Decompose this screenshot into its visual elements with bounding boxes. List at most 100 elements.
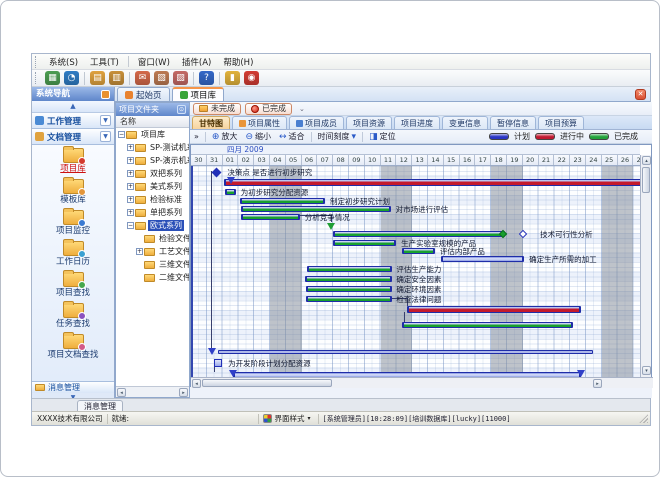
window-go-icon[interactable]: ▨ bbox=[173, 71, 188, 85]
sidebar-switch-icon[interactable] bbox=[101, 90, 110, 99]
tree-node-SP-测试机系[interactable]: +SP-测试机系 bbox=[116, 141, 189, 154]
scroll-left-icon[interactable]: ◂ bbox=[192, 379, 201, 388]
tree-column-header[interactable]: 名称 bbox=[116, 116, 189, 128]
tree-node-SP-演示机系[interactable]: +SP-演示机系 bbox=[116, 154, 189, 167]
tree-node-单把系列[interactable]: +单把系列 bbox=[116, 206, 189, 219]
tab-项目资源[interactable]: 项目资源 bbox=[346, 116, 392, 129]
filter-more-chevron[interactable]: ⌄ bbox=[296, 105, 308, 113]
task-bar-done[interactable] bbox=[241, 206, 391, 212]
sidebar-collapse-button[interactable]: ▲ bbox=[32, 101, 114, 113]
doc-tab-项目库[interactable]: 项目库 bbox=[172, 87, 225, 101]
computer-icon[interactable]: ▦ bbox=[45, 71, 60, 85]
task-bar-done[interactable] bbox=[402, 322, 573, 328]
window-config-icon[interactable]: ▧ bbox=[154, 71, 169, 85]
menu-item-2[interactable]: 窗口(W) bbox=[132, 54, 176, 70]
tree-node-二维文件[interactable]: 二维文件 bbox=[116, 271, 189, 284]
scroll-up-icon[interactable]: ▴ bbox=[642, 156, 651, 165]
sidebar-item-项目文档查找[interactable]: 项目文档查找 bbox=[32, 333, 114, 363]
interface-style-button[interactable]: 界面样式 ▾ bbox=[263, 413, 314, 424]
scroll-left-icon[interactable]: ◂ bbox=[117, 388, 126, 397]
menu-item-4[interactable]: 帮助(H) bbox=[217, 54, 259, 70]
filter-button-未完成[interactable]: 未完成 bbox=[193, 103, 241, 115]
close-icon[interactable]: ✕ bbox=[635, 89, 646, 100]
sidebar-item-任务查找[interactable]: 任务查找 bbox=[32, 302, 114, 332]
collapse-icon[interactable]: − bbox=[118, 131, 125, 138]
menu-item-1[interactable]: 工具(T) bbox=[84, 54, 125, 70]
toolbar-gripper[interactable] bbox=[35, 72, 40, 85]
gantt-tool-放大[interactable]: ⊕放大 bbox=[208, 131, 242, 143]
gantt-tool-时间刻度[interactable]: 时间刻度▾ bbox=[314, 131, 361, 143]
menu-item-0[interactable]: 系统(S) bbox=[43, 54, 84, 70]
chevron-icon[interactable]: ▼ bbox=[100, 115, 111, 126]
sidebar-group-文档管理[interactable]: 文档管理▼ bbox=[32, 129, 114, 145]
task-bar-done[interactable] bbox=[306, 286, 391, 292]
gantt-grid[interactable]: 决策点 是否进行初步研究为初步研究分配资源制定初步研究计划对市场进行评估分析竞争… bbox=[191, 166, 640, 377]
sidebar-item-项目查找[interactable]: 项目查找 bbox=[32, 271, 114, 301]
expand-icon[interactable]: + bbox=[127, 170, 134, 177]
summary-task-icon[interactable] bbox=[214, 359, 222, 367]
sidebar-item-项目库[interactable]: 项目库 bbox=[32, 147, 114, 177]
milestone-diamond[interactable] bbox=[212, 167, 222, 177]
help-icon[interactable]: ? bbox=[199, 71, 214, 85]
scroll-down-icon[interactable]: ▾ bbox=[642, 366, 651, 375]
task-bar-summary[interactable] bbox=[218, 350, 593, 354]
tab-甘特图[interactable]: 甘特图 bbox=[192, 116, 230, 129]
task-bar-done[interactable] bbox=[402, 248, 435, 254]
gantt-toolbar-more[interactable]: » bbox=[190, 131, 203, 143]
gantt-horizontal-scrollbar[interactable]: ◂ ▸ bbox=[191, 377, 653, 388]
tab-变更信息[interactable]: 变更信息 bbox=[442, 116, 488, 129]
expand-icon[interactable]: + bbox=[127, 157, 134, 164]
globe-icon[interactable]: ◔ bbox=[64, 71, 79, 85]
tree-node-双把系列[interactable]: +双把系列 bbox=[116, 167, 189, 180]
tree-node-项目库[interactable]: −项目库 bbox=[116, 128, 189, 141]
resize-grip[interactable] bbox=[639, 414, 648, 423]
expand-icon[interactable]: + bbox=[127, 144, 134, 151]
collapse-icon[interactable]: − bbox=[127, 222, 134, 229]
task-bar-done[interactable] bbox=[333, 231, 505, 237]
task-bar-done[interactable] bbox=[333, 240, 396, 246]
gantt-tool-缩小[interactable]: ⊖缩小 bbox=[241, 131, 275, 143]
task-bar-done[interactable] bbox=[306, 296, 391, 302]
pin-icon[interactable]: ⊙ bbox=[177, 105, 186, 114]
tree-node-三维文件[interactable]: 三维文件 bbox=[116, 258, 189, 271]
folder-view-icon[interactable]: ▥ bbox=[109, 71, 124, 85]
gantt-tool-适合[interactable]: ↔适合 bbox=[275, 131, 309, 143]
tab-项目属性[interactable]: 项目属性 bbox=[232, 116, 287, 129]
mail-icon[interactable]: ✉ bbox=[135, 71, 150, 85]
task-bar-plan[interactable] bbox=[441, 256, 525, 262]
sidebar-item-项目监控[interactable]: 项目监控 bbox=[32, 209, 114, 239]
task-bar-progress[interactable] bbox=[407, 306, 582, 313]
expand-icon[interactable]: + bbox=[127, 209, 134, 216]
tree-horizontal-scrollbar[interactable]: ◂ ▸ bbox=[116, 386, 189, 397]
tree-node-检验文件[interactable]: 检验文件 bbox=[116, 232, 189, 245]
doc-tab-起始页[interactable]: 起始页 bbox=[117, 87, 170, 101]
menu-item-3[interactable]: 插件(A) bbox=[176, 54, 217, 70]
task-bar-done[interactable] bbox=[225, 189, 236, 195]
gantt-vertical-scrollbar[interactable]: ▴ ▾ bbox=[640, 155, 651, 377]
tab-项目进度[interactable]: 项目进度 bbox=[394, 116, 440, 129]
chevron-icon[interactable]: ▼ bbox=[100, 131, 111, 142]
task-bar-done[interactable] bbox=[305, 276, 392, 282]
tree-node-美式系列[interactable]: +美式系列 bbox=[116, 180, 189, 193]
lock-icon[interactable]: ▮ bbox=[225, 71, 240, 85]
task-bar-progress[interactable] bbox=[224, 179, 640, 186]
tab-暂停信息[interactable]: 暂停信息 bbox=[490, 116, 536, 129]
scroll-right-icon[interactable]: ▸ bbox=[593, 379, 602, 388]
tree-node-工艺文件[interactable]: +工艺文件 bbox=[116, 245, 189, 258]
vertical-scroll-thumb[interactable] bbox=[642, 167, 650, 193]
task-bar-done[interactable] bbox=[240, 198, 325, 204]
scroll-right-icon[interactable]: ▸ bbox=[179, 388, 188, 397]
tab-项目预算[interactable]: 项目预算 bbox=[538, 116, 584, 129]
task-bar-done[interactable] bbox=[241, 214, 300, 220]
menu-gripper[interactable] bbox=[35, 56, 40, 68]
tree-node-欧式系列[interactable]: −欧式系列 bbox=[116, 219, 189, 232]
expand-icon[interactable]: + bbox=[136, 248, 143, 255]
task-bar-done[interactable] bbox=[307, 266, 392, 272]
sidebar-item-模板库[interactable]: 模板库 bbox=[32, 178, 114, 208]
sidebar-item-工作日历[interactable]: 工作日历 bbox=[32, 240, 114, 270]
filter-button-已完成[interactable]: 已完成 bbox=[245, 103, 292, 115]
horizontal-scroll-thumb[interactable] bbox=[202, 379, 332, 387]
gantt-tool-定位[interactable]: ◨定位 bbox=[365, 131, 400, 143]
tree-node-检验标准[interactable]: +检验标准 bbox=[116, 193, 189, 206]
open-folder-icon[interactable]: ▤ bbox=[90, 71, 105, 85]
